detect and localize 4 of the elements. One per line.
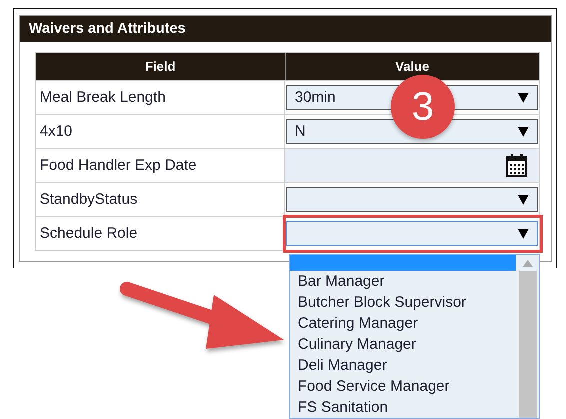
field-label: Schedule Role bbox=[36, 216, 285, 250]
column-header: Field bbox=[36, 53, 285, 80]
column-header: Value bbox=[285, 53, 539, 80]
panel-title: Waivers and Attributes bbox=[20, 16, 551, 42]
